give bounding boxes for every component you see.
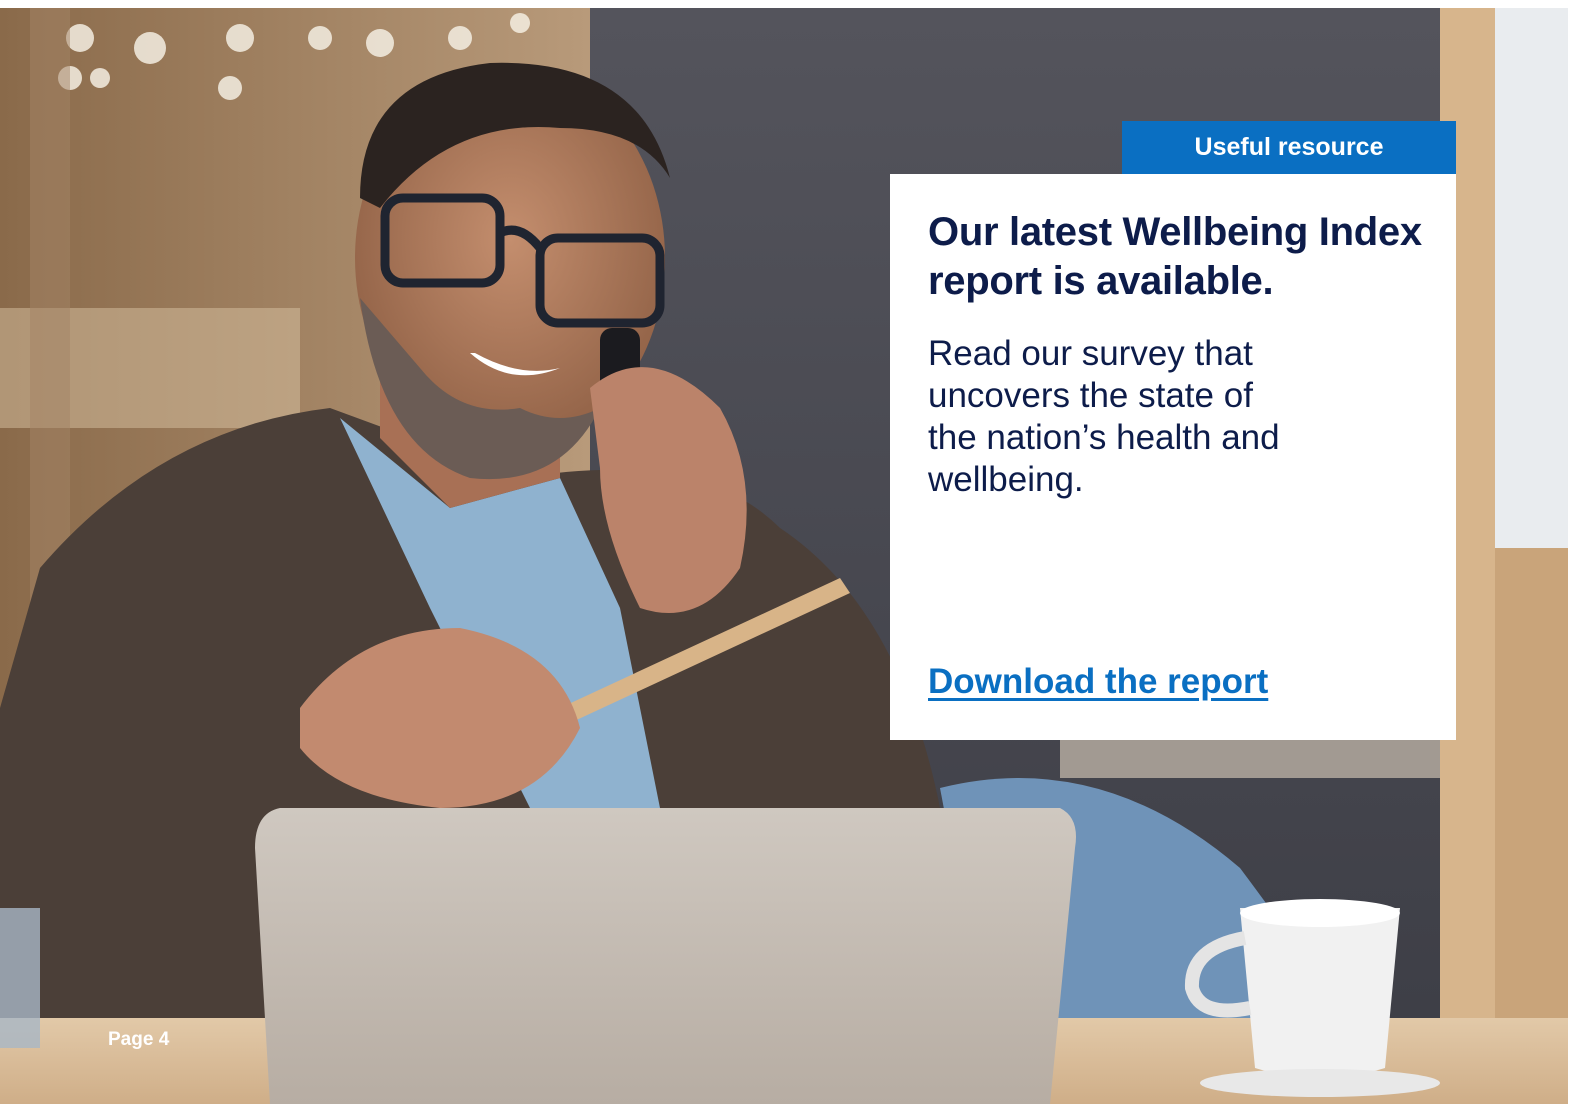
resource-card: Our latest Wellbeing Index report is ava…	[890, 174, 1456, 740]
useful-resource-badge: Useful resource	[1122, 121, 1456, 174]
page-number: Page 4	[108, 1029, 170, 1050]
card-body: Read our survey that uncovers the state …	[928, 334, 1280, 499]
card-title: Our latest Wellbeing Index report is ava…	[928, 210, 1422, 303]
document-page: Useful resource Our latest Wellbeing Ind…	[0, 8, 1568, 1104]
download-report-link[interactable]: Download the report	[928, 662, 1268, 702]
